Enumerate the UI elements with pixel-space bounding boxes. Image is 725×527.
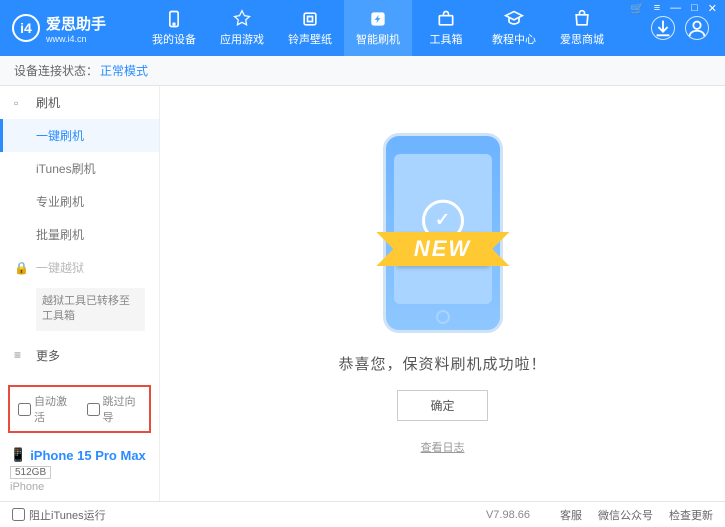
phone-icon: 📱 (10, 447, 26, 463)
cart-icon[interactable]: 🛒 (630, 2, 644, 16)
nav-my-device[interactable]: 我的设备 (140, 0, 208, 56)
sidebar-group-flash[interactable]: ▫刷机 (0, 86, 159, 119)
status-value: 正常模式 (100, 62, 148, 79)
version-label: V7.98.66 (486, 509, 530, 521)
flash-icon (368, 9, 388, 29)
main-content: NEW 恭喜您，保资料刷机成功啦！ 确定 查看日志 (160, 86, 725, 501)
nav-shop[interactable]: 爱思商城 (548, 0, 616, 56)
app-name: 爱思助手 (46, 13, 106, 34)
logo-icon: i4 (12, 14, 40, 42)
phone-icon: ▫ (14, 96, 28, 110)
device-icon (164, 9, 184, 29)
sidebar-item-batch-flash[interactable]: 批量刷机 (0, 218, 159, 251)
menu-icon[interactable]: ≡ (654, 2, 660, 16)
shop-icon (572, 9, 592, 29)
block-itunes-checkbox[interactable]: 阻止iTunes运行 (12, 507, 106, 523)
footer-link-wechat[interactable]: 微信公众号 (598, 507, 653, 523)
sidebar: ▫刷机 一键刷机 iTunes刷机 专业刷机 批量刷机 🔒一键越狱 越狱工具已转… (0, 86, 160, 501)
new-banner: NEW (396, 232, 489, 266)
nav-flash[interactable]: 智能刷机 (344, 0, 412, 56)
nav-toolbox[interactable]: 工具箱 (412, 0, 480, 56)
toolbox-icon (436, 9, 456, 29)
footer: 阻止iTunes运行 V7.98.66 客服 微信公众号 检查更新 (0, 501, 725, 527)
sidebar-item-itunes-flash[interactable]: iTunes刷机 (0, 152, 159, 185)
activation-options: 自动激活 跳过向导 (8, 385, 151, 433)
sidebar-group-jailbreak: 🔒一键越狱 (0, 251, 159, 284)
ok-button[interactable]: 确定 (397, 390, 487, 421)
success-illustration: NEW (378, 133, 508, 333)
status-label: 设备连接状态： (14, 62, 98, 79)
device-name: 📱iPhone 15 Pro Max (10, 447, 149, 463)
lock-icon: 🔒 (14, 261, 28, 275)
device-storage: 512GB (10, 466, 51, 479)
minimize-icon[interactable]: — (670, 2, 681, 16)
skip-wizard-checkbox[interactable]: 跳过向导 (87, 393, 142, 425)
device-info: 📱iPhone 15 Pro Max 512GB iPhone (0, 439, 159, 501)
ringtone-icon (300, 9, 320, 29)
footer-link-support[interactable]: 客服 (560, 507, 582, 523)
close-icon[interactable]: ✕ (708, 2, 717, 16)
sidebar-group-more[interactable]: ≡更多 (0, 339, 159, 372)
app-header: i4 爱思助手 www.i4.cn 我的设备 应用游戏 铃声壁纸 智能刷机 工具… (0, 0, 725, 56)
status-bar: 设备连接状态： 正常模式 (0, 56, 725, 86)
tutorial-icon (504, 9, 524, 29)
user-button[interactable] (685, 16, 709, 40)
nav-tutorial[interactable]: 教程中心 (480, 0, 548, 56)
footer-link-update[interactable]: 检查更新 (669, 507, 713, 523)
more-icon: ≡ (14, 348, 28, 362)
main-nav: 我的设备 应用游戏 铃声壁纸 智能刷机 工具箱 教程中心 爱思商城 (140, 0, 616, 56)
apps-icon (232, 9, 252, 29)
device-type: iPhone (10, 481, 149, 493)
maximize-icon[interactable]: □ (691, 2, 698, 16)
download-button[interactable] (651, 16, 675, 40)
nav-ringtone[interactable]: 铃声壁纸 (276, 0, 344, 56)
view-log-link[interactable]: 查看日志 (421, 439, 465, 455)
logo: i4 爱思助手 www.i4.cn (12, 13, 140, 44)
auto-activate-checkbox[interactable]: 自动激活 (18, 393, 73, 425)
sidebar-item-onekey-flash[interactable]: 一键刷机 (0, 119, 159, 152)
app-url: www.i4.cn (46, 34, 106, 44)
sidebar-item-pro-flash[interactable]: 专业刷机 (0, 185, 159, 218)
nav-apps[interactable]: 应用游戏 (208, 0, 276, 56)
sidebar-item-other-tools[interactable]: 其他工具 (0, 372, 159, 379)
success-message: 恭喜您，保资料刷机成功啦！ (338, 353, 546, 374)
jailbreak-note: 越狱工具已转移至工具箱 (36, 288, 145, 331)
